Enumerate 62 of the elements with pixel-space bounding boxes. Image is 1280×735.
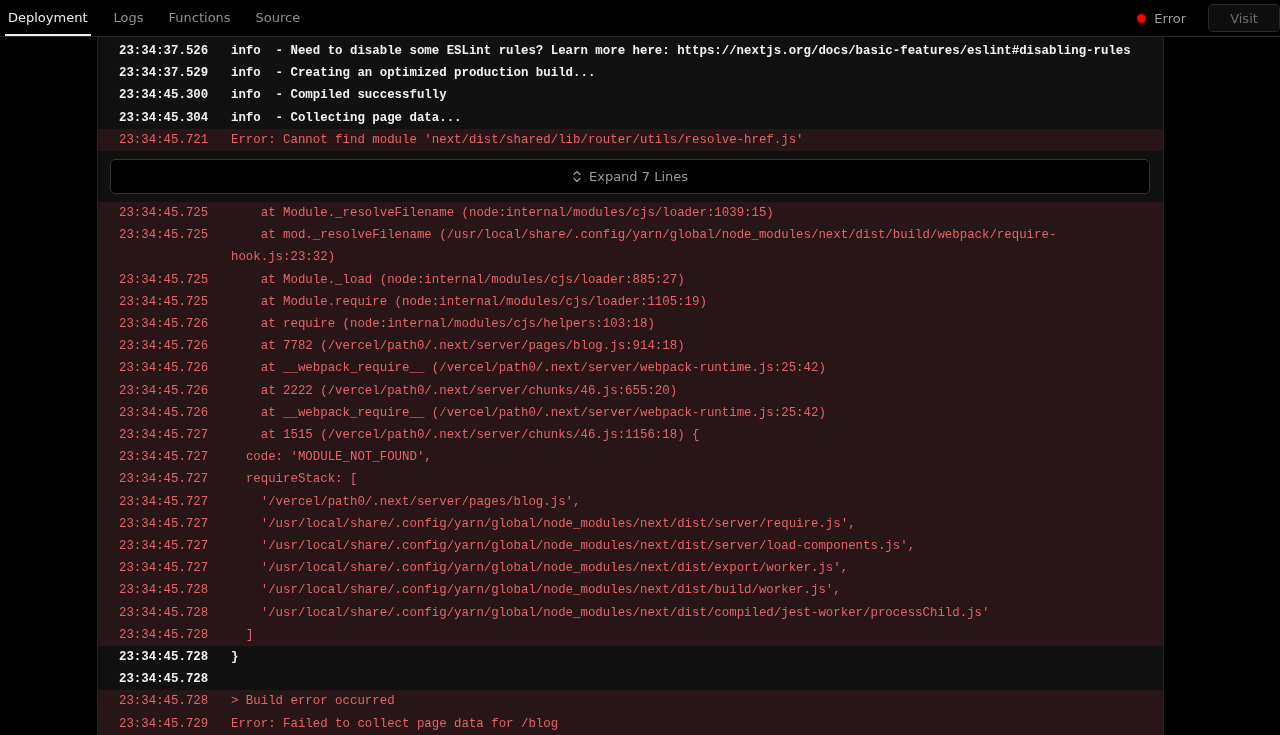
status-label: Error xyxy=(1154,10,1186,26)
log-message: info - Compiled successfully xyxy=(231,87,448,105)
tab[interactable]: Functions xyxy=(166,0,233,36)
timestamp: 23:34:45.727 xyxy=(118,560,210,578)
timestamp: 23:34:45.727 xyxy=(118,538,210,556)
log-message: info - Need to disable some ESLint rules? Learn more here: https://nextjs.org/docs/basic-features/eslint#disabling-rules xyxy=(231,43,1132,60)
timestamp: 23:34:45.728 xyxy=(118,582,210,600)
expand-lines-button[interactable]: Expand 7 Lines xyxy=(110,159,1150,194)
log-message: at 7782 (/vercel/path0/.next/server/pages/blog.js:914:18) xyxy=(259,338,686,356)
timestamp: 23:34:45.728 xyxy=(118,604,210,622)
timestamp: 23:34:45.726 xyxy=(118,360,210,378)
timestamp: 23:34:45.727 xyxy=(118,515,210,533)
timestamp: 23:34:45.727 xyxy=(118,471,210,489)
timestamp: 23:34:45.726 xyxy=(118,404,210,422)
log-message: requireStack: [ xyxy=(244,471,359,489)
log-message: at mod._resolveFilename (/usr/local/share/.config/yarn/global/node_modules/next/dist/build/webpack/require-hook.js:23:32) xyxy=(231,227,1058,267)
timestamp: 23:34:45.728 xyxy=(118,649,210,667)
log-message: at Module._resolveFilename (node:internal/modules/cjs/loader:1039:15) xyxy=(259,205,775,222)
log-message: at 2222 (/vercel/path0/.next/server/chunks/46.js:655:20) xyxy=(259,382,679,400)
log-message: > Build error occurred xyxy=(231,693,396,711)
log-message: '/usr/local/share/.config/yarn/global/node_modules/next/dist/server/load-components.js', xyxy=(259,538,917,556)
timestamp: 23:34:45.721 xyxy=(118,131,210,149)
timestamp: 23:34:45.726 xyxy=(118,382,210,400)
timestamp: 23:34:45.726 xyxy=(118,316,210,334)
timestamp: 23:34:45.725 xyxy=(118,227,210,245)
log-message: '/usr/local/share/.config/yarn/global/node_modules/next/dist/export/worker.js', xyxy=(259,560,850,578)
timestamp: 23:34:45.725 xyxy=(118,293,210,311)
tab[interactable]: Source xyxy=(253,0,303,36)
log-message: info - Creating an optimized production build... xyxy=(231,65,597,83)
log-message: at Module._load (node:internal/modules/cjs/loader:885:27) xyxy=(259,271,686,289)
log-message: ] xyxy=(244,626,255,644)
timestamp: 23:34:45.300 xyxy=(118,87,210,105)
log-message: at __webpack_require__ (/vercel/path0/.next/server/webpack-runtime.js:25:42) xyxy=(259,360,827,378)
log-message: } xyxy=(231,649,240,667)
timestamp: 23:34:45.728 xyxy=(118,693,210,711)
log-message: at __webpack_require__ (/vercel/path0/.next/server/webpack-runtime.js:25:42) xyxy=(259,404,827,422)
log-message: '/usr/local/share/.config/yarn/global/node_modules/next/dist/compiled/jest-worker/processChild.js' xyxy=(259,604,991,622)
timestamp: 23:34:45.727 xyxy=(118,449,210,467)
timestamp: 23:34:45.727 xyxy=(118,493,210,511)
timestamp: 23:34:45.727 xyxy=(118,427,210,445)
timestamp: 23:34:45.304 xyxy=(118,109,210,127)
log-message: at 1515 (/vercel/path0/.next/server/chunks/46.js:1156:18) { xyxy=(259,427,701,445)
timestamp: 23:34:45.725 xyxy=(118,205,210,222)
log-message: '/usr/local/share/.config/yarn/global/node_modules/next/dist/build/worker.js', xyxy=(259,582,842,600)
timestamp: 23:34:45.725 xyxy=(118,271,210,289)
timestamp: 23:34:45.728 xyxy=(118,626,210,644)
chevron-up-down-icon xyxy=(572,170,582,183)
timestamp: 23:34:45.726 xyxy=(118,338,210,356)
timestamp: 23:34:37.526 xyxy=(118,43,210,60)
tab[interactable]: Deployment xyxy=(5,0,91,36)
log-message: Error: Cannot find module 'next/dist/shared/lib/router/utils/resolve-href.js' xyxy=(231,131,805,149)
log-message: '/usr/local/share/.config/yarn/global/node_modules/next/dist/server/require.js', xyxy=(259,515,857,533)
log-message: '/vercel/path0/.next/server/pages/blog.js', xyxy=(259,493,582,511)
timestamp: 23:34:37.529 xyxy=(118,65,210,83)
tab[interactable]: Logs xyxy=(111,0,146,36)
timestamp: 23:34:45.728 xyxy=(118,671,210,689)
log-message: at require (node:internal/modules/cjs/helpers:103:18) xyxy=(259,316,656,334)
log-message: code: 'MODULE_NOT_FOUND', xyxy=(244,449,433,467)
timestamp: 23:34:45.729 xyxy=(118,715,210,733)
log-message: at Module.require (node:internal/modules/cjs/loader:1105:19) xyxy=(259,293,708,311)
log-message: Error: Failed to collect page data for /blog xyxy=(231,715,560,733)
log-message: info - Collecting page data... xyxy=(231,109,463,127)
